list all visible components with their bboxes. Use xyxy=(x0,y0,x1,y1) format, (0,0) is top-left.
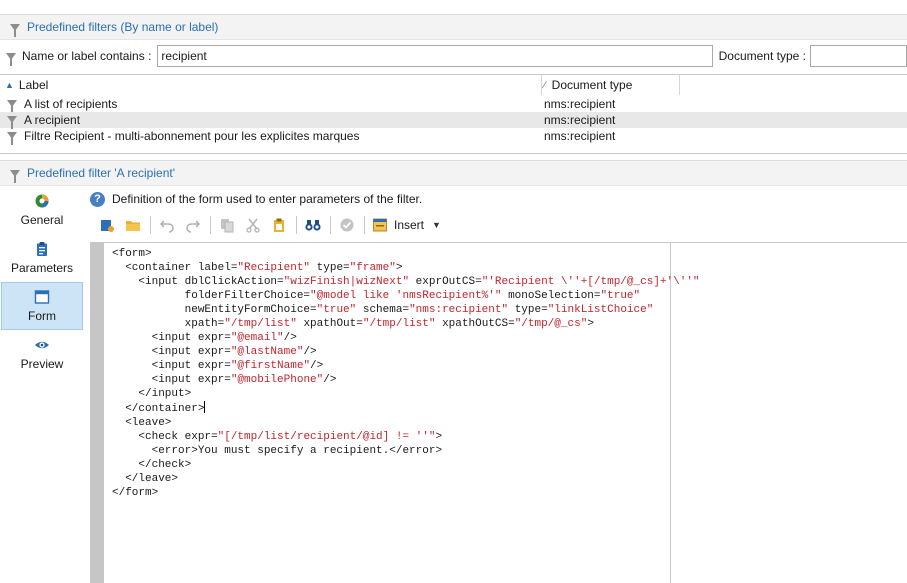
list-item-label: A list of recipients xyxy=(24,97,118,111)
funnel-icon xyxy=(6,52,16,66)
sidebar-item-label: Form xyxy=(28,309,56,323)
sidebar-item-general[interactable]: General xyxy=(1,186,83,234)
copy-button[interactable] xyxy=(216,214,238,236)
insert-menu-button[interactable]: Insert ▼ xyxy=(372,214,441,236)
code-line: </form> xyxy=(112,487,159,499)
clipboard-icon xyxy=(37,242,47,256)
sidebar-item-label: General xyxy=(20,213,64,227)
binoculars-icon xyxy=(305,220,321,231)
filter-results-list: ▲ Label ∕ Document type A list of recipi… xyxy=(0,74,907,154)
filter-bar: Name or label contains : Document type : xyxy=(0,42,907,70)
new-element-icon xyxy=(101,220,114,232)
redo-icon xyxy=(186,220,201,233)
column-header-document-type[interactable]: ∕ Document type xyxy=(542,75,680,95)
form-definition-text: Definition of the form used to enter par… xyxy=(112,192,423,206)
chevron-down-icon: ▼ xyxy=(432,220,441,230)
funnel-icon xyxy=(10,169,20,183)
funnel-icon xyxy=(7,116,17,129)
sort-ascending-icon: ▲ xyxy=(5,80,14,90)
validate-button[interactable] xyxy=(336,214,358,236)
help-icon: ? xyxy=(90,191,105,207)
general-icon xyxy=(35,194,49,208)
code-line: <input expr="@email"/> xyxy=(112,332,297,344)
predefined-filter-detail-header[interactable]: Predefined filter 'A recipient' xyxy=(0,160,907,186)
code-line: <input expr="@firstName"/> xyxy=(112,360,324,372)
name-filter-label: Name or label contains : xyxy=(22,49,152,63)
sidebar: General Parameters Form Preview xyxy=(0,186,88,583)
list-item-doc-type: nms:recipient xyxy=(544,97,616,111)
predefined-filter-detail-title: Predefined filter 'A recipient' xyxy=(27,166,175,180)
scissors-icon xyxy=(246,218,260,233)
code-line: <error>You must specify a recipient.</er… xyxy=(112,445,443,457)
code-line: </leave> xyxy=(112,473,179,485)
code-line: <form> xyxy=(112,248,152,260)
undo-button[interactable] xyxy=(156,214,178,236)
list-item-doc-type: nms:recipient xyxy=(544,129,616,143)
code-line: </container> xyxy=(112,401,206,415)
form-xml-editor[interactable]: <form> <container label="Recipient" type… xyxy=(90,242,907,583)
funnel-icon xyxy=(7,100,17,113)
paste-button[interactable] xyxy=(268,214,290,236)
toolbar-separator xyxy=(210,216,211,234)
eye-icon xyxy=(35,341,49,349)
funnel-icon xyxy=(7,132,17,145)
insert-icon xyxy=(373,218,387,232)
check-circle-icon xyxy=(340,218,354,232)
column-header-document-type-text: Document type xyxy=(551,78,633,92)
predefined-filters-title: Predefined filters (By name or label) xyxy=(27,20,219,34)
code-line: <leave> xyxy=(112,417,172,429)
sidebar-item-parameters[interactable]: Parameters xyxy=(1,234,83,282)
toolbar-separator xyxy=(364,216,365,234)
code-line: <input dblClickAction="wizFinish|wizNext… xyxy=(112,276,700,288)
list-item[interactable]: A list of recipients nms:recipient xyxy=(0,96,907,113)
code-line: xpath="/tmp/list" xpathOut="/tmp/list" x… xyxy=(112,318,594,330)
form-window-icon xyxy=(34,290,50,304)
open-button[interactable] xyxy=(122,214,144,236)
sidebar-item-label: Parameters xyxy=(10,261,74,275)
editor-gutter xyxy=(90,243,104,583)
insert-label: Insert xyxy=(394,218,425,232)
document-type-label: Document type : xyxy=(718,49,806,63)
toolbar-separator xyxy=(330,216,331,234)
form-definition-description: ? Definition of the form used to enter p… xyxy=(90,190,422,208)
document-type-input[interactable] xyxy=(810,45,907,67)
undo-icon xyxy=(159,220,174,233)
list-item-label: A recipient xyxy=(24,113,81,127)
clipboard-paste-icon xyxy=(274,218,284,232)
editor-toolbar: Insert ▼ xyxy=(90,212,907,238)
editor-code[interactable]: <form> <container label="Recipient" type… xyxy=(112,247,700,500)
code-line: <check expr="[/tmp/list/recipient/@id] !… xyxy=(112,431,443,443)
code-line: <input expr="@lastName"/> xyxy=(112,346,317,358)
sidebar-item-preview[interactable]: Preview xyxy=(1,330,83,378)
list-item-label: Filtre Recipient - multi-abonnement pour… xyxy=(24,129,360,143)
folder-icon xyxy=(126,221,140,231)
column-header-label[interactable]: ▲ Label xyxy=(0,75,542,95)
redo-button[interactable] xyxy=(182,214,204,236)
code-line: <container label="Recipient" type="frame… xyxy=(112,262,403,274)
name-filter-input[interactable] xyxy=(157,45,713,67)
column-header-label-text: Label xyxy=(18,78,49,92)
list-item[interactable]: Filtre Recipient - multi-abonnement pour… xyxy=(0,128,907,145)
code-line: </input> xyxy=(112,388,192,400)
list-item-selected[interactable]: A recipient nms:recipient xyxy=(0,112,907,129)
sidebar-item-label: Preview xyxy=(20,357,64,371)
copy-icon xyxy=(221,219,234,233)
sidebar-item-form[interactable]: Form xyxy=(1,282,83,330)
new-element-button[interactable] xyxy=(96,214,118,236)
toolbar-separator xyxy=(296,216,297,234)
text-caret xyxy=(204,401,206,413)
code-line: </check> xyxy=(112,459,192,471)
list-item-doc-type: nms:recipient xyxy=(544,113,616,127)
code-line: folderFilterChoice="@model like 'nmsReci… xyxy=(112,290,641,302)
code-line: <input expr="@mobilePhone"/> xyxy=(112,374,337,386)
funnel-icon xyxy=(10,23,20,37)
cut-button[interactable] xyxy=(242,214,264,236)
find-button[interactable] xyxy=(302,214,324,236)
toolbar-separator xyxy=(150,216,151,234)
sort-indicator-icon: ∕ xyxy=(544,79,546,91)
predefined-filters-header[interactable]: Predefined filters (By name or label) xyxy=(0,14,907,40)
code-line: newEntityFormChoice="true" schema="nms:r… xyxy=(112,304,654,316)
